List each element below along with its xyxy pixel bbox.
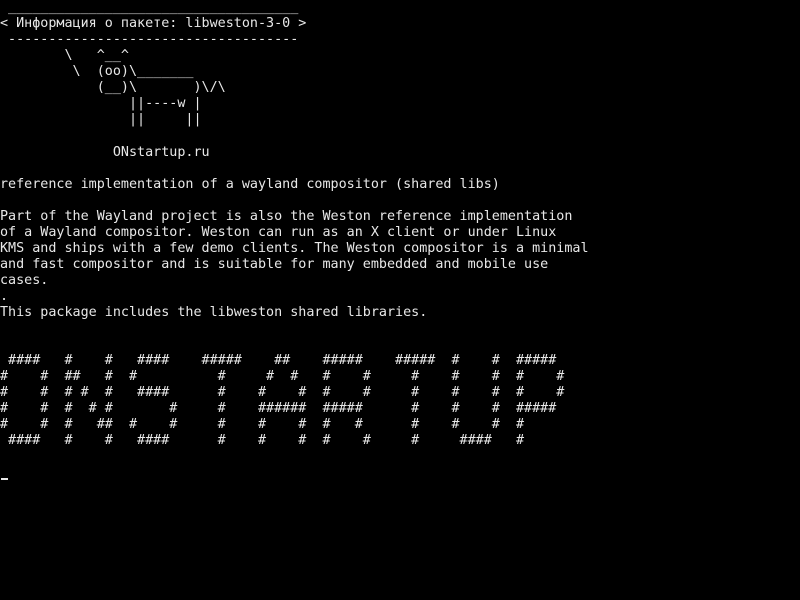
description-line: of a Wayland compositor. Weston can run … [0, 225, 557, 240]
cow-ascii-line: \ ^__^ [0, 48, 129, 63]
package-summary: reference implementation of a wayland co… [0, 177, 500, 192]
ascii-banner-line: # # # ## # # # # # # # # # # # [0, 417, 525, 432]
cow-ascii-line: ||----w | [0, 96, 202, 111]
description-line: Part of the Wayland project is also the … [0, 209, 573, 224]
ascii-banner-line: # # # # # # # ###### ##### # # # ##### [0, 401, 557, 416]
ascii-banner-line: # # # # # #### # # # # # # # # # # [0, 385, 565, 400]
cowsay-border-bottom: ------------------------------------ [0, 32, 299, 47]
terminal-screen[interactable]: ____________________________________ < И… [0, 0, 800, 600]
cow-ascii-line: || || [0, 112, 202, 127]
description-line: cases. [0, 273, 49, 288]
ascii-banner-line: #### # # #### # # # # # # #### # [0, 433, 525, 448]
text-cursor [1, 478, 8, 480]
ascii-banner-line: #### # # #### ##### ## ##### ##### # # #… [0, 353, 557, 368]
cowsay-border-top: ____________________________________ [0, 0, 299, 15]
description-line: This package includes the libweston shar… [0, 305, 428, 320]
cow-ascii-line: \ (oo)\_______ [0, 64, 194, 79]
site-name: ONstartup.ru [0, 145, 210, 160]
description-line: KMS and ships with a few demo clients. T… [0, 241, 589, 256]
cow-ascii-line: (__)\ )\/\ [0, 80, 226, 95]
cowsay-speech-bubble: < Информация о пакете: libweston-3-0 > [0, 16, 307, 31]
description-line: and fast compositor and is suitable for … [0, 257, 549, 272]
ascii-banner-line: # # ## # # # # # # # # # # # # [0, 369, 565, 384]
description-line: . [0, 289, 9, 304]
